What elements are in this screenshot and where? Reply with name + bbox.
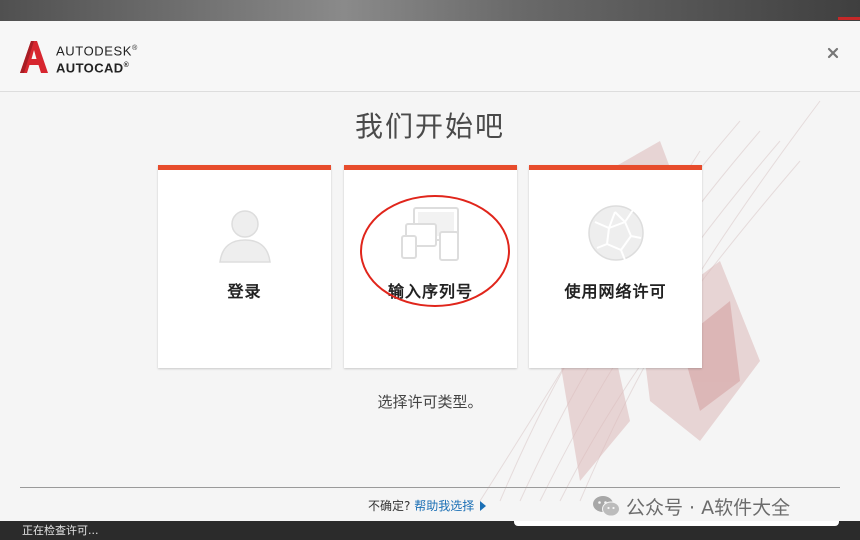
dialog-subtitle: 选择许可类型。 (377, 393, 483, 411)
registered-mark: ® (123, 62, 130, 70)
status-panel (514, 521, 839, 526)
brand-line-autodesk: AUTODESK (56, 43, 133, 59)
license-dialog: AUTODESK® AUTOCAD® 我们开始吧 登录 输入序列号 使用网络许可… (0, 21, 860, 521)
window-accent (838, 17, 860, 20)
registered-mark: ® (132, 45, 138, 52)
arrow-right-icon (480, 501, 487, 511)
license-options: 登录 输入序列号 使用网络许可 (158, 165, 704, 368)
help-me-choose-link[interactable]: 帮助我选择 (414, 499, 487, 513)
footer-help: 不确定? 帮助我选择 (368, 497, 487, 514)
watermark: 公众号 · A软件大全 (592, 491, 790, 521)
screen: AUTODESK® AUTOCAD® 我们开始吧 登录 输入序列号 使用网络许可… (0, 0, 860, 540)
network-license-card[interactable]: 使用网络许可 (529, 165, 702, 368)
help-link-label: 帮助我选择 (414, 499, 475, 513)
status-text: 正在检查许可... (22, 524, 99, 537)
footer-divider (20, 487, 840, 488)
network-globe-icon (588, 205, 644, 261)
brand-wordmark: AUTODESK® AUTOCAD® (56, 41, 138, 76)
not-sure-text: 不确定? (368, 499, 411, 513)
dialog-header: AUTODESK® AUTOCAD® (0, 21, 860, 92)
devices-icon (401, 207, 459, 261)
sign-in-label: 登录 (227, 282, 262, 301)
close-icon (827, 47, 839, 59)
user-icon (219, 210, 271, 263)
sign-in-card[interactable]: 登录 (158, 165, 331, 368)
network-license-label: 使用网络许可 (564, 282, 667, 301)
desktop-background-strip (0, 0, 860, 22)
wechat-icon (593, 496, 620, 517)
dialog-title: 我们开始吧 (354, 110, 505, 143)
watermark-text: 公众号 · A软件大全 (626, 496, 791, 519)
serial-number-card[interactable]: 输入序列号 (344, 165, 517, 368)
brand-line-autocad: AUTOCAD (56, 60, 124, 76)
status-strip: 正在检查许可... (0, 521, 860, 540)
autocad-logo-icon (20, 41, 48, 73)
close-button[interactable] (826, 47, 840, 61)
serial-number-label: 输入序列号 (387, 282, 473, 301)
